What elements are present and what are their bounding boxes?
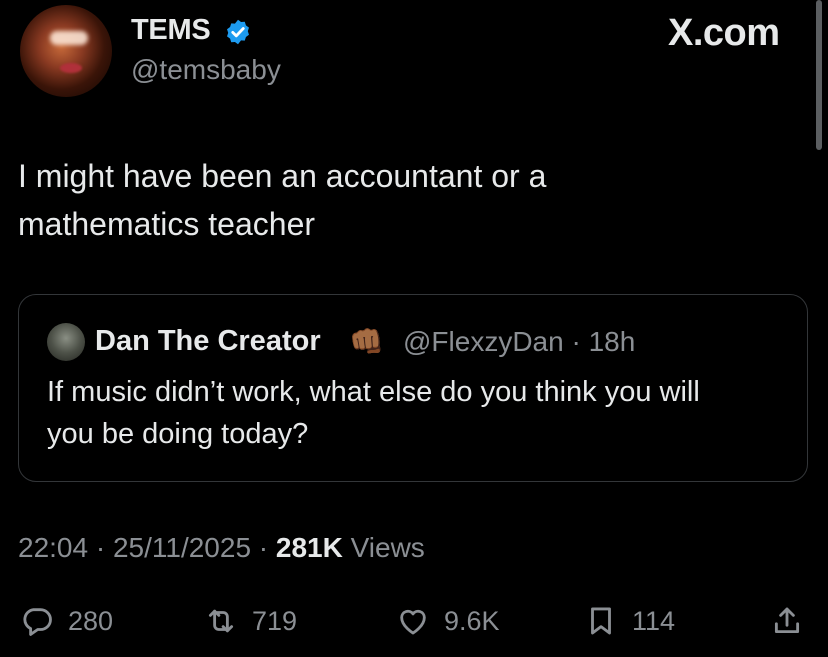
quote-author-name: Dan The Creator <box>95 325 321 357</box>
author-name[interactable]: TEMS <box>131 14 211 47</box>
bookmark-icon <box>591 607 611 635</box>
brand-logo: X.com <box>668 12 780 54</box>
scrollbar[interactable] <box>816 0 822 150</box>
repost-button[interactable]: 719 <box>204 598 297 644</box>
author-avatar[interactable] <box>20 5 112 97</box>
share-icon <box>774 607 800 634</box>
like-count: 9.6K <box>444 605 500 636</box>
tweet-text-line: I might have been an accountant or a <box>18 158 547 194</box>
quote-author-handle: @FlexzyDan · 18h <box>403 326 636 357</box>
verified-icon <box>227 19 249 45</box>
reply-button[interactable]: 280 <box>20 598 113 644</box>
views-label: Views <box>342 532 425 563</box>
quote-text: If music didn’t work, what else do you t… <box>47 371 787 455</box>
bookmark-count: 114 <box>632 605 676 636</box>
bookmark-button[interactable]: 114 <box>584 598 675 644</box>
reply-count: 280 <box>68 605 114 636</box>
quote-text-line: If music didn’t work, what else do you t… <box>47 376 700 408</box>
fist-emoji: 👊🏾 <box>349 326 384 357</box>
author-handle[interactable]: @temsbaby <box>131 54 281 86</box>
timestamp[interactable]: 22:04 · 25/11/2025 · <box>18 532 276 563</box>
like-icon <box>400 609 426 635</box>
quote-avatar[interactable] <box>47 323 85 361</box>
tweet-text: I might have been an accountant or a mat… <box>18 152 778 248</box>
action-bar: 280 719 9.6K 114 <box>0 598 828 644</box>
repost-icon <box>208 609 234 633</box>
like-button[interactable]: 9.6K <box>396 598 500 644</box>
share-button[interactable] <box>770 598 818 644</box>
reply-icon <box>23 608 52 636</box>
quoted-tweet[interactable]: Dan The Creator 👊🏾 @FlexzyDan · 18h If m… <box>18 294 808 482</box>
quote-text-line: you be doing today? <box>47 418 309 450</box>
views-count: 281K <box>275 532 343 563</box>
tweet-meta: 22:04 · 25/11/2025 · 281K Views <box>18 532 425 564</box>
repost-count: 719 <box>252 605 298 636</box>
tweet-text-line: mathematics teacher <box>18 206 316 242</box>
